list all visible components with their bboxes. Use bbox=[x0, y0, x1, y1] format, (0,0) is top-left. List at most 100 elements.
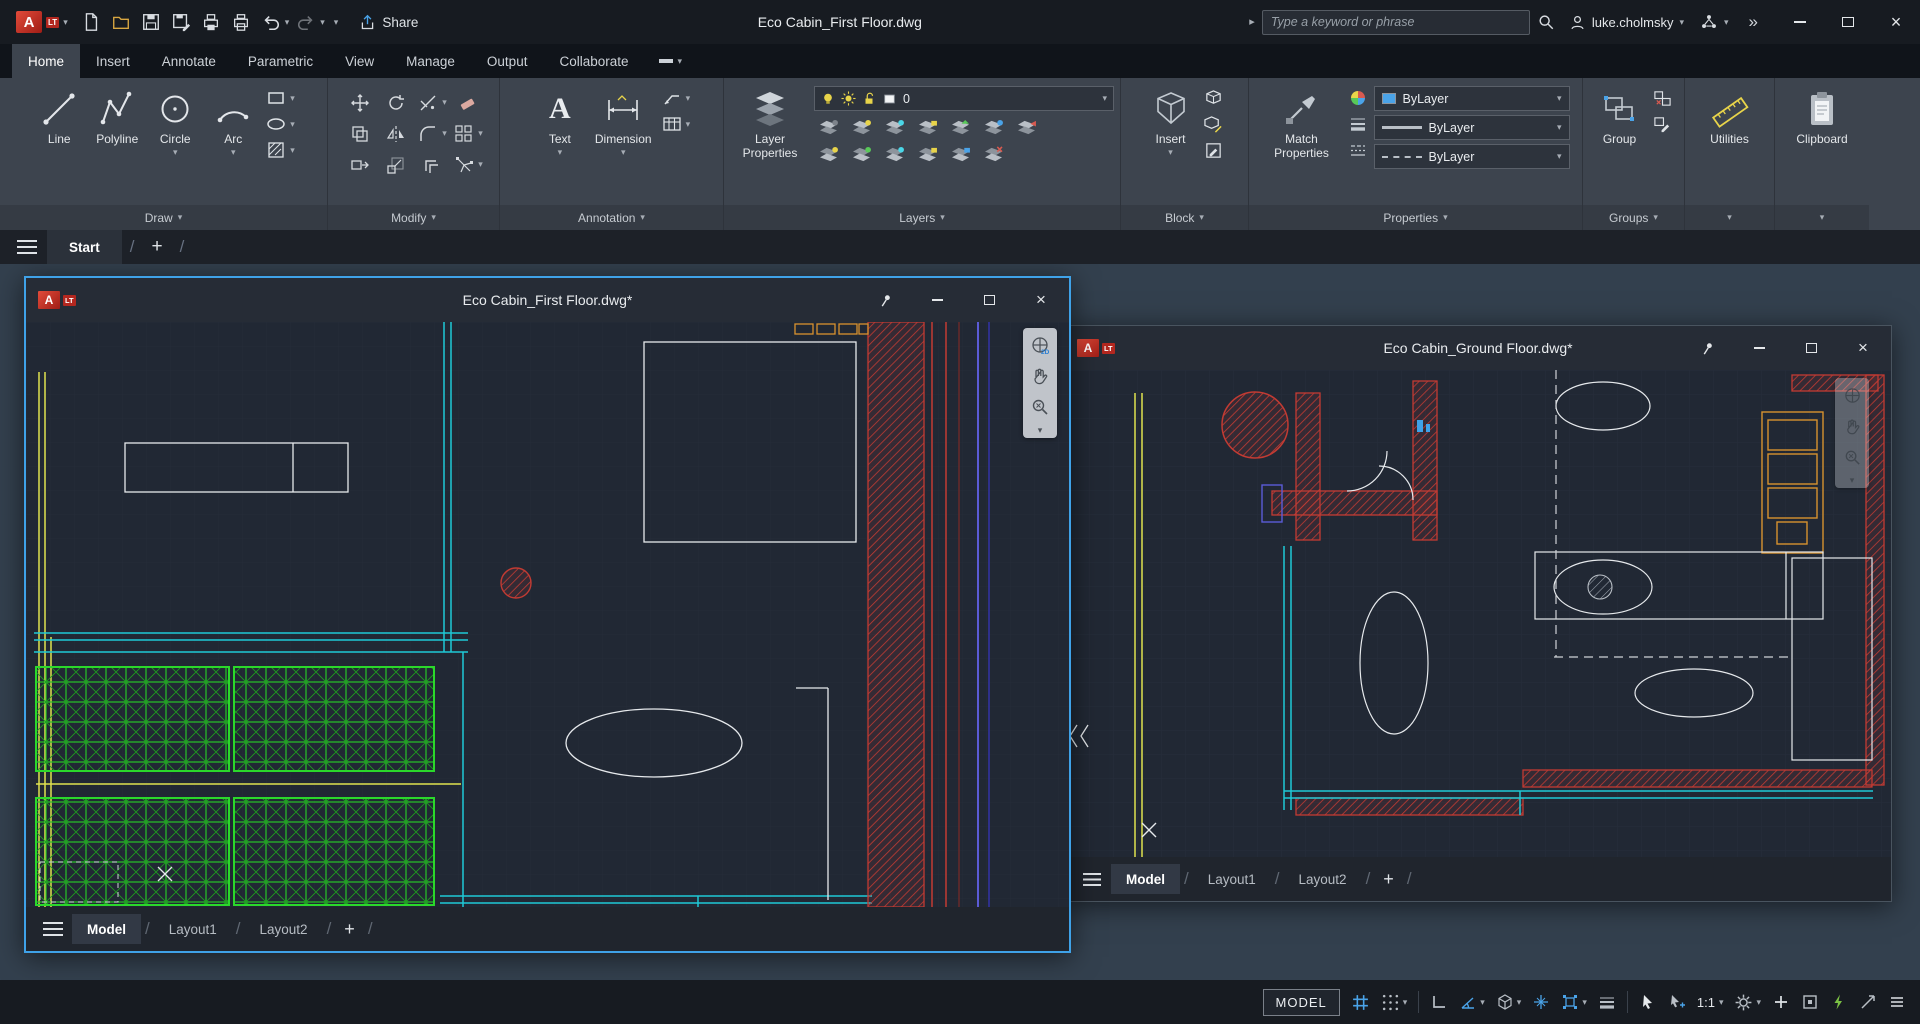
user-account-menu[interactable]: luke.cholmsky ▾ bbox=[1563, 14, 1690, 31]
drawing-canvas-ground-floor[interactable]: ▾ bbox=[1065, 370, 1891, 857]
panel-label-draw[interactable]: Draw▾ bbox=[0, 205, 327, 230]
copy-icon[interactable] bbox=[348, 123, 372, 145]
lineweight-dropdown[interactable]: ByLayer▾ bbox=[1374, 115, 1570, 140]
close-button[interactable]: × bbox=[1031, 290, 1051, 310]
layer-thaw-all-icon[interactable] bbox=[882, 143, 906, 165]
layout-menu-icon[interactable] bbox=[1075, 862, 1109, 896]
hatch-caret[interactable]: ▾ bbox=[290, 146, 295, 155]
graphics-performance-icon[interactable] bbox=[1830, 993, 1848, 1011]
clean-screen-icon[interactable] bbox=[1859, 993, 1877, 1011]
panel-label-block[interactable]: Block▾ bbox=[1121, 205, 1248, 230]
table-icon[interactable] bbox=[660, 113, 684, 135]
navigation-bar[interactable]: ▾ bbox=[1835, 378, 1869, 488]
layout2-tab[interactable]: Layout2 bbox=[245, 914, 323, 944]
ellipse-icon[interactable] bbox=[264, 113, 288, 135]
rectangle-icon[interactable] bbox=[264, 87, 288, 109]
line-button[interactable]: Line bbox=[32, 84, 86, 149]
window-titlebar[interactable]: ALT Eco Cabin_First Floor.dwg* × bbox=[26, 278, 1069, 322]
tab-manage[interactable]: Manage bbox=[390, 44, 471, 78]
layer-match-icon[interactable] bbox=[981, 116, 1005, 138]
navbar-caret[interactable]: ▾ bbox=[1850, 476, 1855, 485]
file-tabs-menu-icon[interactable] bbox=[10, 230, 44, 264]
share-button[interactable]: Share bbox=[347, 14, 430, 31]
window-titlebar[interactable]: ALT Eco Cabin_Ground Floor.dwg* × bbox=[1065, 326, 1891, 370]
rotate-icon[interactable] bbox=[384, 92, 408, 114]
tab-parametric[interactable]: Parametric bbox=[232, 44, 329, 78]
layer-freeze-icon[interactable] bbox=[882, 116, 906, 138]
clipboard-button[interactable]: Clipboard bbox=[1792, 84, 1851, 149]
application-menu-button[interactable]: A LT ▾ bbox=[10, 9, 74, 35]
make-current-layer-icon[interactable] bbox=[948, 116, 972, 138]
leader-icon[interactable] bbox=[660, 87, 684, 109]
text-button[interactable]: A Text ▾ bbox=[533, 84, 587, 159]
offset-icon[interactable] bbox=[420, 154, 444, 176]
pan-hand-icon[interactable] bbox=[1028, 364, 1052, 388]
modify-more-caret[interactable]: ▾ bbox=[478, 160, 483, 169]
save-as-icon[interactable] bbox=[168, 9, 194, 35]
scale-icon[interactable] bbox=[384, 154, 408, 176]
ortho-mode-icon[interactable] bbox=[1430, 993, 1448, 1011]
insert-block-button[interactable]: Insert ▾ bbox=[1144, 84, 1198, 159]
tab-collaborate[interactable]: Collaborate bbox=[543, 44, 644, 78]
annotation-scale-control[interactable]: 1:1▾ bbox=[1697, 995, 1724, 1010]
erase-icon[interactable] bbox=[456, 92, 480, 114]
tab-output[interactable]: Output bbox=[471, 44, 544, 78]
layout1-tab[interactable]: Layout1 bbox=[154, 914, 232, 944]
undo-history-caret[interactable]: ▾ bbox=[285, 18, 290, 27]
maximize-button[interactable] bbox=[979, 290, 999, 310]
ungroup-icon[interactable] bbox=[1651, 87, 1675, 109]
ellipse-caret[interactable]: ▾ bbox=[290, 120, 295, 129]
layer-dropdown-caret[interactable]: ▾ bbox=[1102, 94, 1107, 103]
tab-home[interactable]: Home bbox=[12, 44, 80, 78]
new-file-icon[interactable] bbox=[78, 9, 104, 35]
minimize-button[interactable] bbox=[1776, 0, 1824, 44]
layer-unlock-all-icon[interactable] bbox=[915, 143, 939, 165]
model-space-button[interactable]: MODEL bbox=[1263, 989, 1340, 1016]
pan-hand-icon[interactable] bbox=[1840, 414, 1864, 438]
layer-unisolate-icon[interactable] bbox=[849, 143, 873, 165]
color-wheel-icon[interactable] bbox=[1346, 87, 1370, 109]
leader-caret[interactable]: ▾ bbox=[686, 94, 691, 103]
panel-label-modify[interactable]: Modify▾ bbox=[328, 205, 499, 230]
new-layout-button[interactable]: + bbox=[1374, 869, 1403, 890]
layer-dropdown[interactable]: 0 ▾ bbox=[814, 86, 1114, 111]
workspace-gear-icon[interactable]: ▾ bbox=[1734, 993, 1761, 1012]
polyline-button[interactable]: Polyline bbox=[90, 84, 144, 149]
table-caret[interactable]: ▾ bbox=[686, 120, 691, 129]
drawing-window-first-floor[interactable]: ALT Eco Cabin_First Floor.dwg* × bbox=[24, 276, 1071, 953]
write-block-icon[interactable] bbox=[1202, 113, 1226, 135]
array-icon[interactable] bbox=[452, 123, 476, 145]
array-caret[interactable]: ▾ bbox=[478, 129, 483, 138]
layer-delete-icon[interactable] bbox=[981, 143, 1005, 165]
object-color-dropdown[interactable]: ByLayer▾ bbox=[1374, 86, 1570, 111]
pin-icon[interactable] bbox=[875, 290, 895, 310]
selection-filter-icon[interactable] bbox=[1668, 993, 1686, 1011]
layout1-tab[interactable]: Layout1 bbox=[1193, 864, 1271, 894]
connected-apps-button[interactable]: ▾ bbox=[1694, 13, 1735, 31]
maximize-button[interactable] bbox=[1824, 0, 1872, 44]
object-snap-icon[interactable]: ▾ bbox=[1561, 993, 1587, 1011]
isometric-drafting-icon[interactable]: ▾ bbox=[1496, 993, 1522, 1011]
circle-button[interactable]: Circle ▾ bbox=[148, 84, 202, 159]
tab-view[interactable]: View bbox=[329, 44, 390, 78]
layer-lock-icon[interactable] bbox=[915, 116, 939, 138]
navbar-caret[interactable]: ▾ bbox=[1038, 426, 1043, 435]
layout-menu-icon[interactable] bbox=[36, 912, 70, 946]
navigation-bar[interactable]: 2D ▾ bbox=[1023, 328, 1057, 438]
panel-label-annotation[interactable]: Annotation▾ bbox=[500, 205, 723, 230]
search-expand-icon[interactable]: ▸ bbox=[1249, 17, 1255, 28]
layer-properties-button[interactable]: Layer Properties bbox=[730, 84, 810, 163]
drawing-canvas-first-floor[interactable]: 2D ▾ bbox=[26, 322, 1069, 907]
move-icon[interactable] bbox=[348, 92, 372, 114]
zoom-icon[interactable] bbox=[1840, 445, 1864, 469]
linetype-list-icon[interactable] bbox=[1346, 139, 1370, 161]
new-layout-button[interactable]: + bbox=[335, 919, 364, 940]
close-button[interactable]: × bbox=[1853, 338, 1873, 358]
panel-label-clipboard[interactable]: ▾ bbox=[1775, 205, 1869, 230]
redo-icon[interactable] bbox=[293, 9, 319, 35]
open-file-icon[interactable] bbox=[108, 9, 134, 35]
polar-tracking-icon[interactable]: ▾ bbox=[1459, 993, 1485, 1011]
group-edit-icon[interactable] bbox=[1651, 113, 1675, 135]
ribbon-display-toggle[interactable]: ▾ bbox=[645, 44, 697, 78]
explode-icon[interactable] bbox=[452, 154, 476, 176]
